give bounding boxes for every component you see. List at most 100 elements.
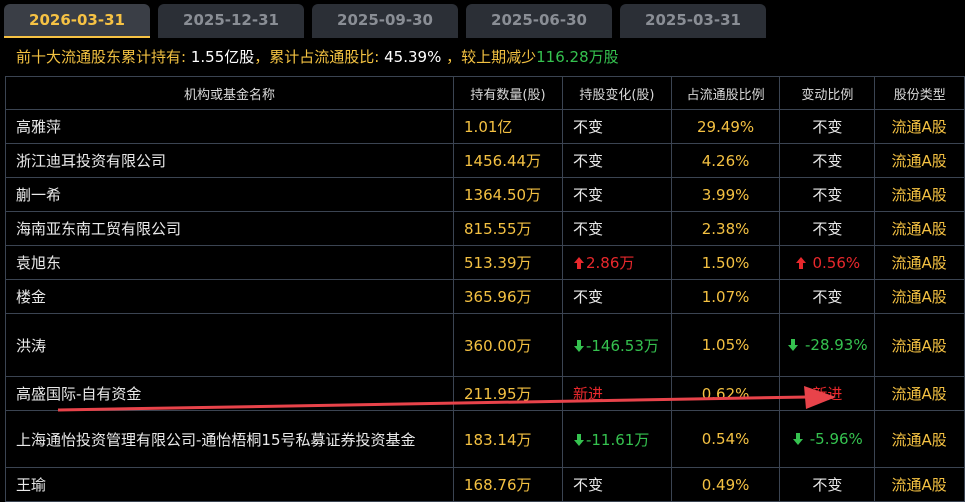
table-row[interactable]: 楼金 365.96万 不变 1.07% 不变 流通A股 — [4, 279, 965, 314]
cell-share-type-text: 流通A股 — [891, 288, 947, 306]
cell-change-ratio: 不变 — [779, 177, 876, 212]
cell-change-ratio-text: 不变 — [812, 152, 843, 170]
cell-share-change: 不变 — [561, 177, 672, 212]
cell-float-ratio: 1.50% — [670, 245, 781, 280]
cell-share-type-text: 流通A股 — [891, 220, 947, 238]
cell-holder-name-text: 高雅萍 — [16, 118, 62, 136]
cell-share-type: 流通A股 — [874, 313, 965, 377]
cell-shares-held-text: 365.96万 — [464, 288, 532, 306]
report-date-tabs: 2026-03-31 2025-12-31 2025-09-30 2025-06… — [0, 0, 965, 38]
cell-float-ratio-text: 1.50% — [701, 253, 750, 272]
cell-shares-held: 183.14万 — [453, 410, 563, 468]
cell-float-ratio-text: 0.54% — [701, 430, 750, 448]
cell-change-ratio-text: 新进 — [812, 385, 843, 403]
cell-shares-held: 815.55万 — [453, 211, 563, 246]
cell-change-ratio-text: 0.56% — [812, 253, 861, 272]
cell-change-ratio-text: 不变 — [812, 186, 843, 204]
cell-change-ratio: 新进 — [779, 376, 876, 411]
cell-change-ratio-text: -28.93% — [804, 336, 868, 354]
cell-float-ratio-text: 29.49% — [696, 117, 755, 136]
tab-2025-12-31[interactable]: 2025-12-31 — [158, 4, 304, 38]
cell-share-type: 流通A股 — [874, 410, 965, 468]
cell-share-type: 流通A股 — [874, 211, 965, 246]
column-header-change-ratio[interactable]: 变动比例 — [779, 76, 876, 110]
summary-label-ratio: ，累计占流通股比 — [254, 48, 375, 66]
cell-change-ratio-text: 不变 — [812, 288, 843, 306]
holding-summary: 前十大流通股东累计持有: 1.55亿股，累计占流通股比: 45.39% ，较上期… — [0, 38, 965, 74]
arrow-down-icon — [573, 431, 586, 449]
cell-float-ratio: 0.62% — [670, 376, 781, 411]
arrow-up-icon — [795, 254, 808, 272]
cell-float-ratio-text: 0.49% — [701, 475, 750, 494]
cell-holder-name: 高雅萍 — [4, 109, 455, 144]
column-header-share-change[interactable]: 持股变化(股) — [561, 76, 672, 110]
cell-float-ratio-text: 1.07% — [701, 287, 750, 306]
tab-2025-06-30[interactable]: 2025-06-30 — [466, 4, 612, 38]
cell-share-type-text: 流通A股 — [891, 152, 947, 170]
cell-change-ratio: 不变 — [779, 467, 876, 502]
table-header-row: 机构或基金名称 持有数量(股) 持股变化(股) 占流通股比例 变动比例 股份类型 — [4, 76, 965, 110]
cell-shares-held: 365.96万 — [453, 279, 563, 314]
cell-shares-held-text: 183.14万 — [464, 430, 532, 449]
summary-separator: : — [374, 48, 380, 66]
cell-holder-name-text: 袁旭东 — [16, 254, 62, 272]
cell-share-type-text: 流通A股 — [891, 254, 947, 272]
cell-share-type-text: 流通A股 — [891, 118, 947, 136]
cell-share-type-text: 流通A股 — [891, 476, 947, 494]
cell-holder-name-text: 楼金 — [16, 288, 47, 306]
cell-share-type: 流通A股 — [874, 376, 965, 411]
cell-float-ratio: 3.99% — [670, 177, 781, 212]
cell-holder-name-text: 海南亚东南工贸有限公司 — [16, 220, 182, 238]
arrow-down-icon — [573, 337, 586, 355]
cell-share-change: 新进 — [561, 376, 672, 411]
cell-share-change: 不变 — [561, 109, 672, 144]
column-header-float-ratio[interactable]: 占流通股比例 — [670, 76, 781, 110]
summary-ratio-value: 45.39% — [384, 48, 442, 66]
cell-change-ratio: 不变 — [779, 279, 876, 314]
cell-shares-held-text: 168.76万 — [464, 476, 532, 494]
tab-2025-09-30[interactable]: 2025-09-30 — [312, 4, 458, 38]
cell-shares-held: 1456.44万 — [453, 143, 563, 178]
table-row[interactable]: 上海通怡投资管理有限公司-通怡梧桐15号私募证券投资基金 183.14万 -11.6… — [4, 410, 965, 468]
table-row[interactable]: 浙江迪耳投资有限公司 1456.44万 不变 4.26% 不变 流通A股 — [4, 143, 965, 178]
cell-shares-held: 513.39万 — [453, 245, 563, 280]
table-row[interactable]: 蒯一希 1364.50万 不变 3.99% 不变 流通A股 — [4, 177, 965, 212]
column-header-holder-name[interactable]: 机构或基金名称 — [4, 76, 455, 110]
cell-float-ratio: 1.05% — [670, 313, 781, 377]
table-row[interactable]: 高盛国际-自有资金 211.95万 新进 0.62% 新进 流通A股 — [4, 376, 965, 411]
cell-share-change-text: 新进 — [572, 385, 603, 403]
cell-shares-held-text: 1364.50万 — [464, 186, 542, 204]
cell-float-ratio: 1.07% — [670, 279, 781, 314]
cell-share-change-text: 不变 — [572, 476, 603, 494]
table-row[interactable]: 王瑜 168.76万 不变 0.49% 不变 流通A股 — [4, 467, 965, 502]
cell-shares-held: 168.76万 — [453, 467, 563, 502]
cell-share-change-text: -146.53万 — [585, 336, 659, 355]
cell-share-change-text: 不变 — [572, 152, 603, 170]
column-header-shares-held[interactable]: 持有数量(股) — [453, 76, 563, 110]
cell-holder-name: 海南亚东南工贸有限公司 — [4, 211, 455, 246]
tab-2025-03-31[interactable]: 2025-03-31 — [620, 4, 766, 38]
cell-float-ratio: 0.49% — [670, 467, 781, 502]
cell-shares-held: 211.95万 — [453, 376, 563, 411]
summary-change-value: 116.28万股 — [536, 48, 619, 66]
table-row[interactable]: 洪涛 360.00万 -146.53万 1.05% -28.93% 流通A股 — [4, 313, 965, 377]
cell-shares-held-text: 513.39万 — [464, 254, 532, 272]
cell-holder-name-text: 浙江迪耳投资有限公司 — [16, 152, 167, 170]
cell-holder-name-text: 高盛国际-自有资金 — [16, 385, 142, 403]
cell-share-change: 不变 — [561, 143, 672, 178]
arrow-down-icon — [787, 336, 800, 354]
cell-change-ratio: 不变 — [779, 109, 876, 144]
cell-share-type: 流通A股 — [874, 143, 965, 178]
cell-float-ratio: 0.54% — [670, 410, 781, 468]
table-row[interactable]: 袁旭东 513.39万 2.86万 1.50% 0.56% 流通A股 — [4, 245, 965, 280]
arrow-down-icon — [792, 430, 805, 448]
cell-share-type: 流通A股 — [874, 245, 965, 280]
table-row[interactable]: 海南亚东南工贸有限公司 815.55万 不变 2.38% 不变 流通A股 — [4, 211, 965, 246]
cell-share-change-text: -11.61万 — [585, 430, 650, 449]
cell-shares-held-text: 815.55万 — [464, 220, 532, 238]
column-header-share-type[interactable]: 股份类型 — [874, 76, 965, 110]
cell-share-change: -146.53万 — [561, 313, 672, 377]
tab-2026-03-31[interactable]: 2026-03-31 — [4, 4, 150, 38]
table-row[interactable]: 高雅萍 1.01亿 不变 29.49% 不变 流通A股 — [4, 109, 965, 144]
cell-holder-name: 楼金 — [4, 279, 455, 314]
